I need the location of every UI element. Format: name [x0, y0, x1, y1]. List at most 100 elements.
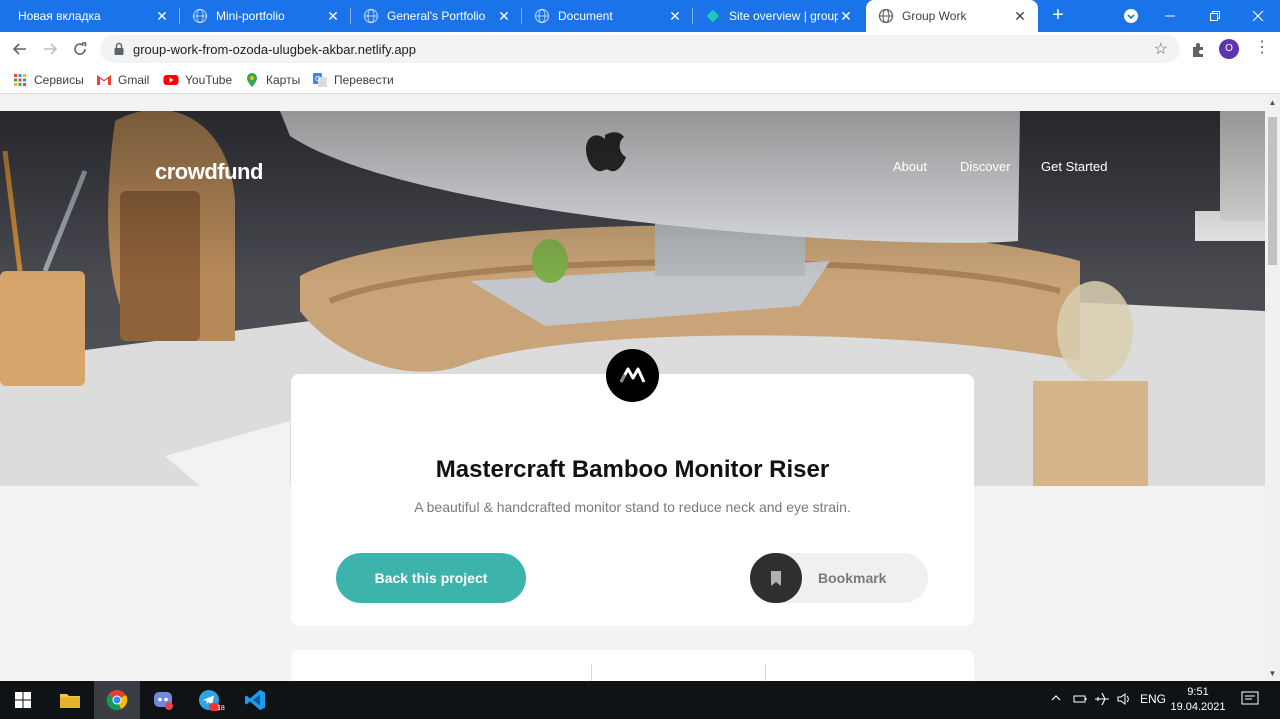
volume-icon[interactable] [1116, 692, 1132, 708]
stats-divider [591, 664, 592, 681]
translate-icon: G [312, 72, 328, 88]
scroll-down-icon[interactable]: ▼ [1265, 666, 1280, 681]
new-tab-button[interactable]: + [1044, 4, 1072, 28]
windows-start-icon[interactable] [0, 681, 46, 719]
chrome-icon[interactable] [94, 681, 140, 719]
tab-title: General's Portfolio [387, 9, 486, 23]
notifications-icon[interactable] [1241, 691, 1259, 707]
tab-generals-portfolio[interactable]: General's Portfolio ✕ [351, 0, 522, 32]
profile-avatar[interactable]: O [1219, 39, 1239, 59]
telegram-badge: 18 [217, 705, 225, 712]
system-clock[interactable]: 9:51 19.04.2021 [1170, 685, 1226, 715]
stats-divider [765, 664, 766, 681]
bookmark-button[interactable]: Bookmark [750, 553, 928, 603]
bookmark-translate[interactable]: G Перевести [312, 71, 394, 89]
minimize-button[interactable] [1150, 0, 1190, 32]
tab-strip: Новая вкладка ✕ Mini-portfolio ✕ General… [0, 0, 1280, 32]
globe-icon [878, 8, 894, 24]
tab-search-button[interactable] [1111, 0, 1151, 32]
arrow-right-icon [44, 43, 58, 55]
airplane-mode-icon[interactable] [1094, 692, 1110, 708]
stats-card [291, 650, 974, 681]
bookmark-label: Bookmark [818, 570, 887, 586]
bookmark-label: Карты [266, 73, 301, 87]
globe-icon [363, 8, 379, 24]
bookmark-youtube[interactable]: YouTube [163, 71, 232, 89]
tab-close-icon[interactable]: ✕ [1012, 8, 1028, 24]
maps-icon [244, 72, 260, 88]
bookmark-icon [750, 553, 802, 603]
bookmark-maps[interactable]: Карты [244, 71, 300, 89]
globe-icon [534, 8, 550, 24]
nav-about[interactable]: About [893, 159, 927, 174]
nav-discover[interactable]: Discover [960, 159, 1011, 174]
tab-site-overview[interactable]: Site overview | group- ✕ [693, 0, 864, 32]
svg-text:G: G [315, 75, 320, 83]
page-viewport: crowdfund About Discover Get Started Mas… [0, 95, 1265, 681]
tab-close-icon[interactable]: ✕ [838, 8, 854, 24]
lock-icon [114, 42, 124, 55]
nav-get-started[interactable]: Get Started [1041, 159, 1107, 174]
tab-new-tab[interactable]: Новая вкладка ✕ [8, 0, 180, 32]
tab-close-icon[interactable]: ✕ [667, 8, 683, 24]
url-text[interactable]: group-work-from-ozoda-ulugbek-akbar.netl… [133, 42, 416, 57]
tab-title: Mini-portfolio [216, 9, 285, 23]
gmail-icon [96, 72, 112, 88]
page-scrollbar[interactable]: ▲ ▼ [1265, 95, 1280, 681]
reload-button[interactable] [68, 37, 92, 61]
minimize-icon [1165, 15, 1175, 17]
bookmark-label: Перевести [334, 73, 394, 87]
browser-toolbar: group-work-from-ozoda-ulugbek-akbar.netl… [0, 32, 1280, 66]
project-card: Mastercraft Bamboo Monitor Riser A beaut… [291, 374, 974, 626]
tab-document[interactable]: Document ✕ [522, 0, 693, 32]
back-project-button[interactable]: Back this project [336, 553, 526, 603]
arrow-left-icon [12, 43, 26, 55]
extensions-puzzle-icon[interactable] [1189, 40, 1209, 60]
reload-icon [74, 42, 87, 55]
chevron-down-icon [1124, 9, 1138, 23]
bookmark-label: Gmail [118, 73, 150, 87]
tab-title: Site overview | group- [729, 9, 838, 23]
discord-icon[interactable] [140, 681, 186, 719]
tab-title: Новая вкладка [18, 9, 101, 23]
tab-close-icon[interactable]: ✕ [154, 8, 170, 24]
scroll-up-icon[interactable]: ▲ [1265, 95, 1280, 110]
telegram-icon[interactable]: 18 [186, 681, 232, 719]
file-explorer-icon[interactable] [47, 681, 93, 719]
globe-icon [192, 8, 208, 24]
restore-button[interactable] [1195, 0, 1235, 32]
bookmark-services[interactable]: Сервисы [12, 71, 84, 89]
bookmark-star-icon[interactable]: ☆ [1154, 39, 1168, 59]
clock-date: 19.04.2021 [1170, 701, 1226, 713]
tab-title: Group Work [902, 9, 967, 23]
close-icon [1252, 10, 1264, 22]
apps-grid-icon [12, 72, 28, 88]
tab-close-icon[interactable]: ✕ [325, 8, 341, 24]
vscode-icon[interactable] [232, 681, 278, 719]
tab-mini-portfolio[interactable]: Mini-portfolio ✕ [180, 0, 351, 32]
bookmark-label: YouTube [185, 73, 233, 87]
tab-title: Document [558, 9, 613, 23]
close-window-button[interactable] [1238, 0, 1278, 32]
project-title: Mastercraft Bamboo Monitor Riser [435, 456, 830, 483]
bookmark-label: Сервисы [34, 73, 84, 87]
mastercraft-logo-icon [606, 349, 659, 402]
language-indicator[interactable]: ENG [1140, 692, 1166, 708]
forward-button[interactable] [38, 37, 62, 61]
address-bar[interactable]: group-work-from-ozoda-ulugbek-akbar.netl… [100, 35, 1180, 63]
bookmarks-bar: Сервисы Gmail YouTube Карты G Перевести [0, 66, 1280, 94]
netlify-icon [705, 8, 721, 24]
tab-close-icon[interactable]: ✕ [496, 8, 512, 24]
tray-chevron-up-icon[interactable] [1050, 692, 1062, 708]
windows-taskbar: 18 ENG 9:51 19.04.2021 [0, 681, 1280, 719]
project-subtitle: A beautiful & handcrafted monitor stand … [414, 499, 851, 515]
battery-icon[interactable] [1072, 692, 1088, 708]
scrollbar-thumb[interactable] [1268, 117, 1277, 265]
tab-group-work[interactable]: Group Work ✕ [866, 0, 1038, 32]
restore-icon [1210, 11, 1220, 21]
bookmark-gmail[interactable]: Gmail [96, 71, 149, 89]
site-logo[interactable]: crowdfund [155, 159, 263, 185]
back-button[interactable] [8, 37, 32, 61]
clock-time: 9:51 [1187, 686, 1209, 698]
chrome-menu-icon[interactable]: ⋮ [1254, 36, 1270, 60]
